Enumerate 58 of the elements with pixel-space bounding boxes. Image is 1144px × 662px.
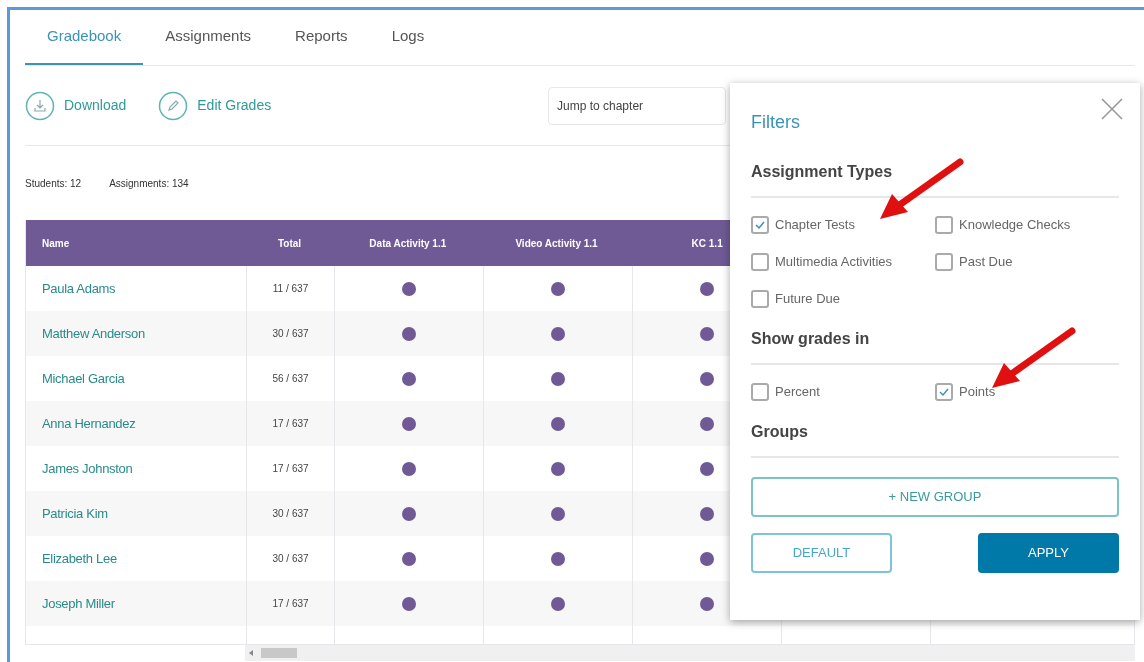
student-name-link[interactable]: Anna Hernandez (42, 413, 136, 434)
student-name-link[interactable]: Patricia Kim (42, 503, 108, 524)
filter-checkbox[interactable]: Knowledge Checks (935, 215, 1119, 235)
column-header[interactable]: Data Activity 1.1 (369, 235, 447, 251)
total-score: 17 / 637 (272, 597, 309, 611)
checkbox[interactable] (751, 216, 769, 234)
download-button[interactable]: Download (25, 90, 127, 121)
section-heading: Groups (751, 422, 809, 442)
stat-label: Assignments: 134 (109, 177, 189, 190)
download-icon (25, 90, 55, 121)
checkbox[interactable] (751, 290, 769, 308)
total-score: 17 / 637 (272, 462, 309, 476)
column-header[interactable]: Name (42, 235, 70, 251)
column-header[interactable]: Video Activity 1.1 (515, 235, 598, 251)
tab[interactable]: Logs (369, 10, 447, 65)
filter-checkbox[interactable]: Chapter Tests (751, 215, 935, 235)
total-score: 56 / 637 (272, 372, 309, 386)
checkbox[interactable] (935, 383, 953, 401)
stat-label: Students: 12 (25, 177, 82, 190)
student-name-link[interactable]: Paula Adams (42, 278, 116, 299)
close-icon[interactable] (1100, 97, 1124, 121)
pencil-icon (158, 90, 189, 121)
total-score: 30 / 637 (272, 507, 309, 521)
panel-title: Filters (751, 111, 800, 134)
scroll-left-icon[interactable] (249, 650, 253, 656)
checkbox[interactable] (751, 253, 769, 271)
student-name-link[interactable]: James Johnston (42, 458, 133, 479)
jump-field[interactable]: Jump to chapter (548, 86, 726, 125)
student-name-link[interactable]: Michael Garcia (42, 368, 125, 389)
total-score: 11 / 637 (272, 282, 309, 296)
checkbox[interactable] (935, 216, 953, 234)
filter-checkbox[interactable]: Multimedia Activities (751, 252, 935, 272)
new-group-button[interactable]: + NEW GROUP (751, 477, 1119, 517)
edit-button[interactable]: Edit Grades (158, 90, 272, 121)
filter-checkbox[interactable]: Future Due (751, 289, 935, 309)
filter-checkbox[interactable]: Past Due (935, 252, 1119, 272)
checkbox[interactable] (751, 383, 769, 401)
student-name-link[interactable]: Elizabeth Lee (42, 548, 117, 569)
filter-checkbox[interactable]: Points (935, 382, 1119, 402)
tab[interactable]: Reports (273, 10, 370, 65)
column-header[interactable]: KC 1.1 (691, 235, 723, 251)
student-name-link[interactable]: Matthew Anderson (42, 323, 145, 344)
checkbox[interactable] (935, 253, 953, 271)
total-score: 17 / 637 (272, 417, 309, 431)
section-heading: Show grades in (751, 329, 871, 349)
column-header[interactable]: Total (277, 235, 302, 251)
apply-button[interactable]: APPLY (978, 533, 1119, 573)
total-score: 30 / 637 (272, 552, 309, 566)
tab[interactable]: Assignments (143, 10, 274, 65)
student-name-link[interactable]: Joseph Miller (42, 593, 115, 614)
tab[interactable]: Gradebook (25, 10, 144, 65)
section-heading: Assignment Types (751, 162, 894, 182)
total-score: 30 / 637 (272, 327, 309, 341)
check-icon (939, 387, 949, 397)
check-icon (755, 220, 765, 230)
filter-checkbox[interactable]: Percent (751, 382, 935, 402)
scroll-thumb[interactable] (261, 648, 297, 658)
horizontal-scrollbar[interactable] (245, 645, 1135, 661)
